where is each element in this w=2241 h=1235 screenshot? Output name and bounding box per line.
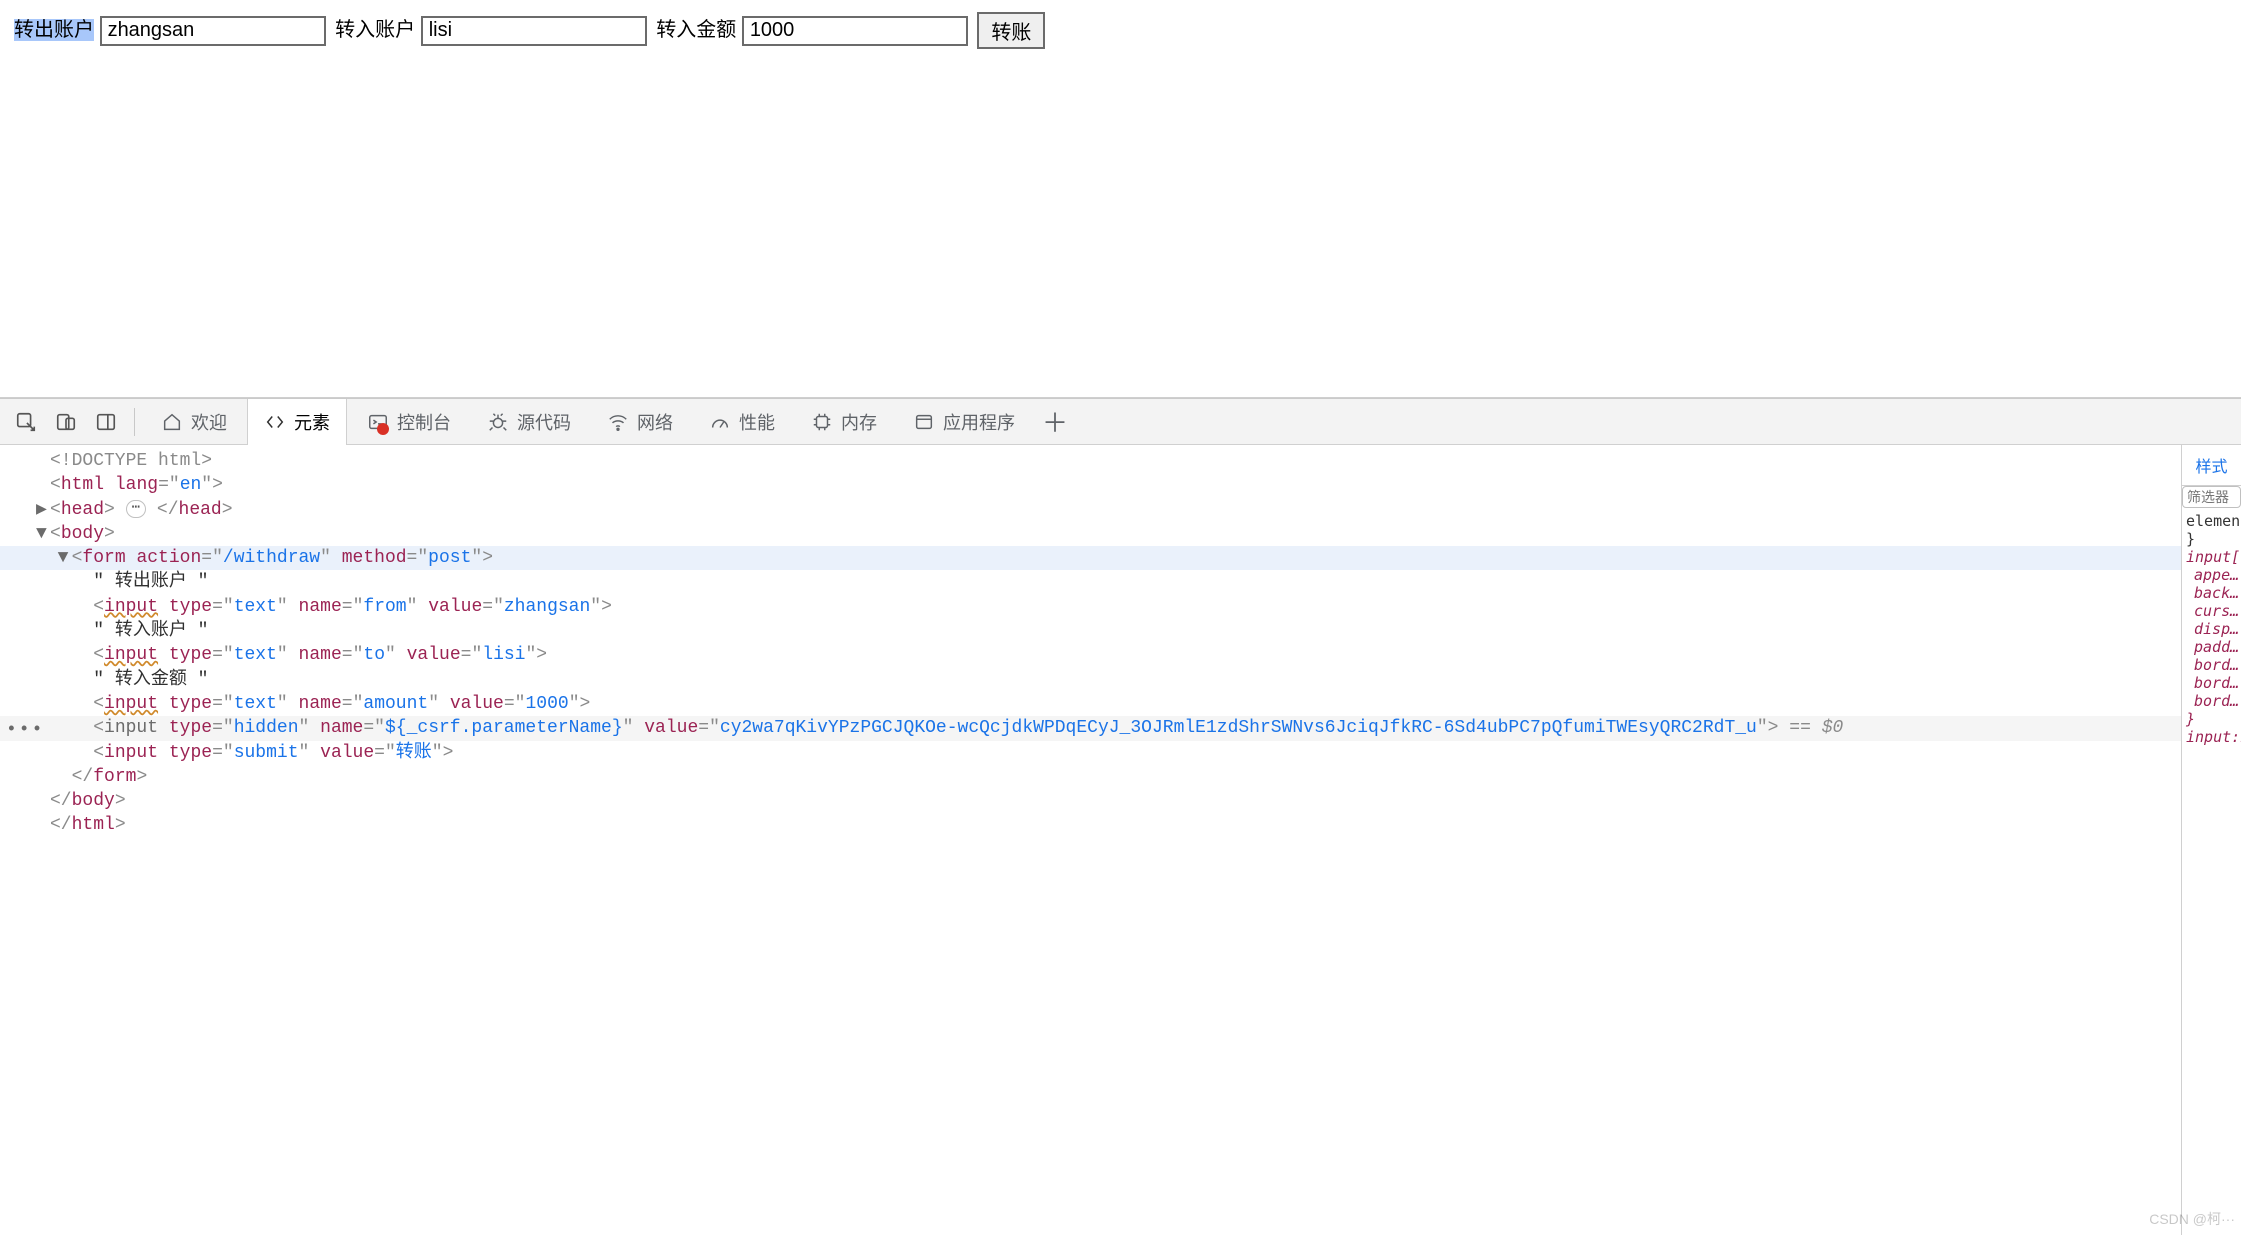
tab-memory[interactable]: 内存 (795, 399, 893, 445)
home-icon (161, 411, 183, 433)
dom-text-from[interactable]: " 转出账户 " (0, 570, 2181, 594)
label-from: 转出账户 (14, 19, 94, 41)
wifi-icon (607, 411, 629, 433)
styles-prop: bord… (2186, 692, 2237, 710)
dom-input-to[interactable]: <input type="text" name="to" value="lisi… (0, 643, 2181, 667)
tab-performance-label: 性能 (739, 409, 775, 435)
watermark: CSDN @柯··· (2149, 1209, 2235, 1229)
styles-prop: curs… (2186, 602, 2237, 620)
tab-elements[interactable]: 元素 (247, 399, 347, 445)
tab-console-label: 控制台 (397, 409, 451, 435)
tab-performance[interactable]: 性能 (693, 399, 791, 445)
tab-memory-label: 内存 (841, 409, 877, 435)
devtools: 欢迎 元素 控制台 源代码 网络 性能 内存 应用程序 (0, 398, 2241, 1235)
chip-icon (811, 411, 833, 433)
inspect-icon[interactable] (8, 404, 44, 440)
tab-network-label: 网络 (637, 409, 673, 435)
styles-rule-line: } (2186, 710, 2237, 728)
dom-input-submit[interactable]: <input type="submit" value="转账"> (0, 741, 2181, 765)
dom-html-close[interactable]: </html> (0, 813, 2181, 837)
styles-prop: appe… (2186, 566, 2237, 584)
styles-prop: disp… (2186, 620, 2237, 638)
tab-sources-label: 源代码 (517, 409, 571, 435)
tab-elements-label: 元素 (294, 409, 330, 435)
dom-head[interactable]: ▶<head> ⋯ </head> (0, 498, 2181, 522)
tab-network[interactable]: 网络 (591, 399, 689, 445)
styles-tab[interactable]: 样式 (2182, 445, 2241, 486)
toolbar-separator (134, 408, 135, 436)
more-tabs-button[interactable]: ＋ (1035, 402, 1075, 442)
dock-icon[interactable] (88, 404, 124, 440)
error-badge-icon (377, 423, 389, 435)
label-to: 转入账户 (335, 19, 415, 41)
styles-rule-line: input[t… (2186, 548, 2237, 566)
input-amount[interactable] (742, 16, 968, 46)
dom-tree-panel[interactable]: <!DOCTYPE html> <html lang="en">▶<head> … (0, 445, 2181, 1235)
styles-prop: bord… (2186, 674, 2237, 692)
styles-filter-input[interactable] (2182, 486, 2241, 508)
tab-welcome-label: 欢迎 (191, 409, 227, 435)
styles-rule-line: input:n… (2186, 728, 2237, 746)
styles-prop: bord… (2186, 656, 2237, 674)
device-mode-icon[interactable] (48, 404, 84, 440)
tab-sources[interactable]: 源代码 (471, 399, 587, 445)
dom-input-amount[interactable]: <input type="text" name="amount" value="… (0, 692, 2181, 716)
gauge-icon (709, 411, 731, 433)
devtools-body: <!DOCTYPE html> <html lang="en">▶<head> … (0, 445, 2241, 1235)
submit-button[interactable]: 转账 (977, 12, 1045, 49)
bug-icon (487, 411, 509, 433)
dom-form-close[interactable]: </form> (0, 765, 2181, 789)
dom-input-hidden[interactable]: ••• <input type="hidden" name="${_csrf.p… (0, 716, 2181, 740)
dom-text-amount[interactable]: " 转入金额 " (0, 668, 2181, 692)
styles-rule-line: element. (2186, 512, 2237, 530)
input-to[interactable] (421, 16, 647, 46)
styles-filter (2182, 486, 2241, 508)
devtools-toolbar: 欢迎 元素 控制台 源代码 网络 性能 内存 应用程序 (0, 399, 2241, 445)
dom-text-to[interactable]: " 转入账户 " (0, 619, 2181, 643)
dom-input-from[interactable]: <input type="text" name="from" value="zh… (0, 595, 2181, 619)
tab-application[interactable]: 应用程序 (897, 399, 1031, 445)
rendered-page: 转出账户 转入账户 转入金额 转账 (0, 0, 2241, 398)
styles-prop: padd… (2186, 638, 2237, 656)
input-from[interactable] (100, 16, 326, 46)
tab-application-label: 应用程序 (943, 409, 1015, 435)
dom-body-close[interactable]: </body> (0, 789, 2181, 813)
styles-rules: element. } input[t… appe…back…curs…disp…… (2182, 508, 2241, 750)
label-amount: 转入金额 (656, 19, 736, 41)
dom-body-open[interactable]: ▼<body> (0, 522, 2181, 546)
styles-panel: 样式 element. } input[t… appe…back…curs…di… (2181, 445, 2241, 1235)
tab-welcome[interactable]: 欢迎 (145, 399, 243, 445)
styles-prop: back… (2186, 584, 2237, 602)
dom-doctype[interactable]: <!DOCTYPE html> (0, 449, 2181, 473)
dom-html-open[interactable]: <html lang="en"> (0, 473, 2181, 497)
application-icon (913, 411, 935, 433)
styles-rule-line: } (2186, 530, 2237, 548)
tab-console[interactable]: 控制台 (351, 399, 467, 445)
code-icon (264, 411, 286, 433)
dom-form-open[interactable]: ▼<form action="/withdraw" method="post"> (0, 546, 2181, 570)
